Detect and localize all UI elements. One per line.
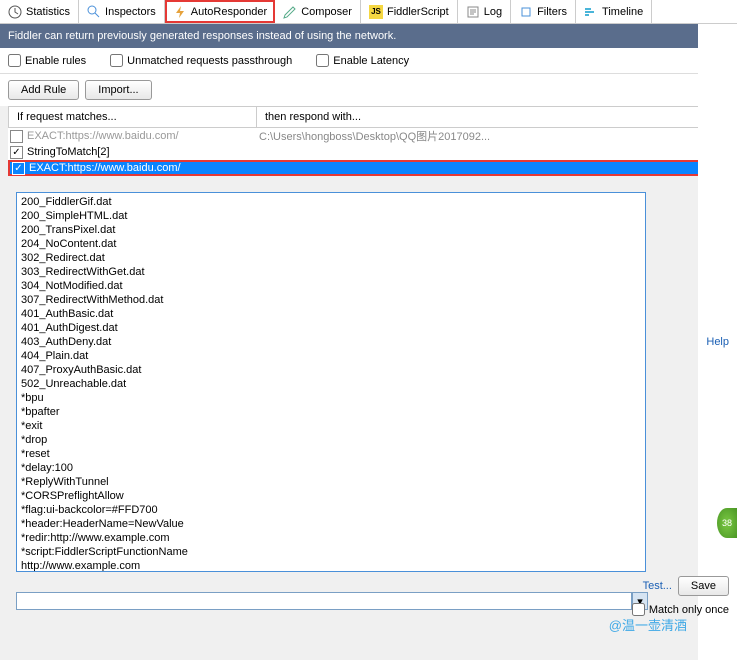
tab-filters[interactable]: Filters [511, 0, 576, 23]
dropdown-item[interactable]: 303_RedirectWithGet.dat [21, 265, 641, 279]
dropdown-item[interactable]: http://www.example.com [21, 559, 641, 572]
lightning-icon [173, 5, 187, 19]
js-icon: JS [369, 5, 383, 19]
dropdown-item[interactable]: 407_ProxyAuthBasic.dat [21, 363, 641, 377]
tab-composer[interactable]: Composer [275, 0, 361, 23]
rule-checkbox[interactable] [10, 130, 23, 143]
rule-checkbox[interactable] [12, 162, 25, 175]
watermark-text: @温一壶清酒 [609, 615, 687, 634]
dropdown-item[interactable]: 200_FiddlerGif.dat [21, 195, 641, 209]
dropdown-item[interactable]: *flag:ui-backcolor=#FFD700 [21, 503, 641, 517]
rules-header: If request matches... then respond with.… [8, 106, 729, 128]
response-input[interactable] [16, 592, 632, 610]
tab-log[interactable]: Log [458, 0, 511, 23]
rule-row[interactable]: EXACT:https://www.baidu.com/ [8, 160, 729, 176]
clock-icon [8, 5, 22, 19]
dropdown-item[interactable]: *exit [21, 419, 641, 433]
magnify-icon [87, 5, 101, 19]
response-input-row: ▾ [16, 592, 648, 610]
tab-label: AutoResponder [191, 6, 267, 18]
dropdown-item[interactable]: 200_TransPixel.dat [21, 223, 641, 237]
dropdown-item[interactable]: *drop [21, 433, 641, 447]
response-dropdown-list[interactable]: 200_FiddlerGif.dat200_SimpleHTML.dat200_… [16, 192, 646, 572]
add-rule-button[interactable]: Add Rule [8, 80, 79, 100]
col-match-header[interactable]: If request matches... [9, 107, 257, 127]
col-respond-header[interactable]: then respond with... [257, 107, 728, 127]
pencil-icon [283, 5, 297, 19]
dropdown-item[interactable]: 304_NotModified.dat [21, 279, 641, 293]
unmatched-passthrough-checkbox[interactable]: Unmatched requests passthrough [110, 54, 292, 67]
tab-label: Inspectors [105, 6, 156, 18]
rule-match-text: StringToMatch[2] [27, 146, 259, 158]
tab-inspectors[interactable]: Inspectors [79, 0, 165, 23]
dropdown-item[interactable]: *CORSPreflightAllow [21, 489, 641, 503]
filter-icon [519, 5, 533, 19]
dropdown-item[interactable]: *redir:http://www.example.com [21, 531, 641, 545]
enable-rules-checkbox[interactable]: Enable rules [8, 54, 86, 67]
rule-match-text: EXACT:https://www.baidu.com/ [29, 162, 261, 174]
tab-label: FiddlerScript [387, 6, 449, 18]
rule-respond-text: C:\Users\hongboss\Desktop\QQ图片2017092... [259, 128, 490, 144]
info-text: Fiddler can return previously generated … [8, 30, 396, 42]
rule-checkbox[interactable] [10, 146, 23, 159]
timeline-icon [584, 5, 598, 19]
tab-fiddlerscript[interactable]: JS FiddlerScript [361, 0, 458, 23]
tab-statistics[interactable]: Statistics [0, 0, 79, 23]
tab-label: Timeline [602, 6, 643, 18]
dropdown-item[interactable]: 302_Redirect.dat [21, 251, 641, 265]
rules-list: EXACT:https://www.baidu.com/ C:\Users\ho… [8, 128, 729, 176]
save-button[interactable]: Save [678, 576, 729, 596]
log-icon [466, 5, 480, 19]
dropdown-item[interactable]: *ReplyWithTunnel [21, 475, 641, 489]
enable-latency-checkbox[interactable]: Enable Latency [316, 54, 409, 67]
dropdown-item[interactable]: *script:FiddlerScriptFunctionName [21, 545, 641, 559]
dropdown-item[interactable]: *bpu [21, 391, 641, 405]
bottom-actions: Test... Save [643, 576, 729, 596]
dropdown-item[interactable]: *reset [21, 447, 641, 461]
dropdown-item[interactable]: *bpafter [21, 405, 641, 419]
test-link[interactable]: Test... [643, 580, 672, 592]
tabs-bar: Statistics Inspectors AutoResponder Comp… [0, 0, 737, 24]
help-link[interactable]: Help [698, 24, 737, 660]
tab-label: Composer [301, 6, 352, 18]
dropdown-item[interactable]: 307_RedirectWithMethod.dat [21, 293, 641, 307]
rule-match-text: EXACT:https://www.baidu.com/ [27, 130, 259, 142]
tab-label: Filters [537, 6, 567, 18]
tab-label: Log [484, 6, 502, 18]
import-button[interactable]: Import... [85, 80, 151, 100]
dropdown-item[interactable]: 502_Unreachable.dat [21, 377, 641, 391]
rule-row[interactable]: StringToMatch[2] [8, 144, 729, 160]
dropdown-item[interactable]: 401_AuthDigest.dat [21, 321, 641, 335]
dropdown-item[interactable]: 200_SimpleHTML.dat [21, 209, 641, 223]
dropdown-item[interactable]: *header:HeaderName=NewValue [21, 517, 641, 531]
info-bar: Fiddler can return previously generated … [0, 24, 737, 48]
badge-icon[interactable]: 38 [717, 508, 737, 538]
tab-label: Statistics [26, 6, 70, 18]
dropdown-item[interactable]: 401_AuthBasic.dat [21, 307, 641, 321]
tab-autoresponder[interactable]: AutoResponder [165, 0, 275, 23]
dropdown-item[interactable]: 403_AuthDeny.dat [21, 335, 641, 349]
dropdown-item[interactable]: 204_NoContent.dat [21, 237, 641, 251]
dropdown-item[interactable]: *delay:100 [21, 461, 641, 475]
button-row: Add Rule Import... [0, 74, 737, 106]
tab-timeline[interactable]: Timeline [576, 0, 652, 23]
rule-row[interactable]: EXACT:https://www.baidu.com/ C:\Users\ho… [8, 128, 729, 144]
options-row: Enable rules Unmatched requests passthro… [0, 48, 737, 74]
dropdown-item[interactable]: 404_Plain.dat [21, 349, 641, 363]
